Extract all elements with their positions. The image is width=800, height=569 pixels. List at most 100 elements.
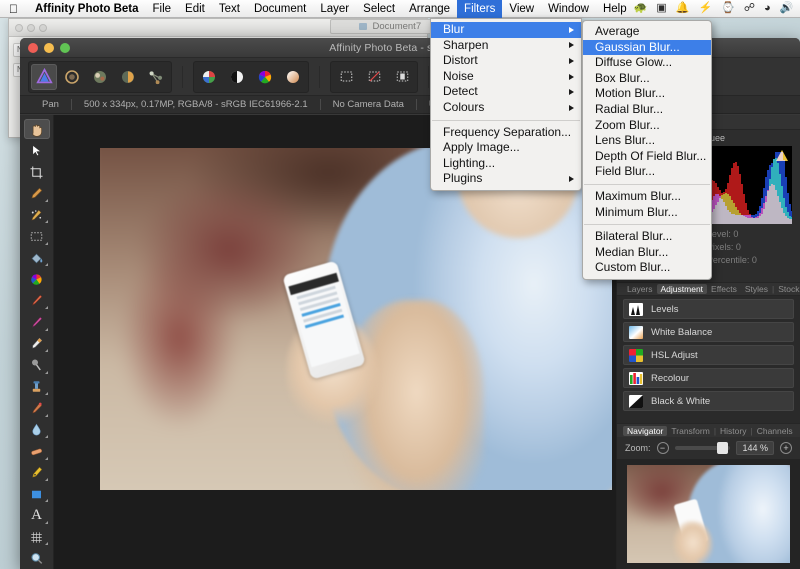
menu-window[interactable]: Window bbox=[541, 0, 596, 18]
menu-view[interactable]: View bbox=[502, 0, 541, 18]
zoom-control-row[interactable]: Zoom: − 144 % + bbox=[617, 437, 800, 459]
zoom-tool[interactable] bbox=[24, 548, 50, 568]
menu-item-apply-image[interactable]: Apply Image... bbox=[431, 140, 581, 156]
paint-mixer-brush-tool[interactable] bbox=[24, 312, 50, 332]
bluetooth-icon[interactable]: ☍ bbox=[744, 3, 755, 14]
artistic-text-tool[interactable]: A bbox=[24, 505, 50, 525]
export-persona-icon[interactable] bbox=[143, 64, 169, 90]
hsl-wheel-icon[interactable] bbox=[252, 64, 278, 90]
sponge-brush-tool[interactable] bbox=[24, 441, 50, 461]
submenu-item-radial-blur[interactable]: Radial Blur... bbox=[583, 102, 711, 118]
zoom-slider-knob[interactable] bbox=[717, 442, 728, 454]
zoom-value[interactable]: 144 % bbox=[736, 441, 774, 455]
deselect-icon[interactable] bbox=[361, 64, 387, 90]
menu-item-plugins[interactable]: Plugins bbox=[431, 171, 581, 187]
flood-fill-tool[interactable] bbox=[24, 248, 50, 268]
menu-document[interactable]: Document bbox=[247, 0, 313, 18]
flash-icon[interactable]: ⚡ bbox=[698, 3, 712, 14]
adjustment-item-black-and-white[interactable]: Black & White bbox=[623, 391, 794, 411]
background-window-traffic-lights[interactable] bbox=[15, 24, 47, 32]
paint-brush-tool[interactable] bbox=[24, 291, 50, 311]
tab-effects[interactable]: Effects bbox=[707, 284, 741, 294]
submenu-item-maximum-blur[interactable]: Maximum Blur... bbox=[583, 189, 711, 205]
submenu-item-bilateral-blur[interactable]: Bilateral Blur... bbox=[583, 229, 711, 245]
submenu-item-diffuse-glow[interactable]: Diffuse Glow... bbox=[583, 55, 711, 71]
menu-item-frequency-separation[interactable]: Frequency Separation... bbox=[431, 125, 581, 141]
tab-transform[interactable]: Transform bbox=[667, 426, 713, 436]
dodge-brush-tool[interactable] bbox=[24, 355, 50, 375]
menu-item-distort[interactable]: Distort bbox=[431, 53, 581, 69]
colour-button-group[interactable] bbox=[193, 61, 309, 93]
pen-tool[interactable] bbox=[24, 463, 50, 483]
navigator-preview[interactable] bbox=[617, 459, 800, 569]
wifi-icon[interactable]: ◕ bbox=[764, 3, 771, 14]
flood-select-tool[interactable] bbox=[24, 205, 50, 225]
submenu-item-gaussian-blur[interactable]: Gaussian Blur... bbox=[583, 40, 711, 56]
zoom-out-icon[interactable]: − bbox=[657, 442, 669, 454]
submenu-item-field-blur[interactable]: Field Blur... bbox=[583, 164, 711, 180]
blur-submenu[interactable]: Average Gaussian Blur... Diffuse Glow...… bbox=[582, 20, 712, 280]
filters-dropdown-menu[interactable]: Blur Sharpen Distort Noise Detect Colour… bbox=[430, 18, 582, 191]
tab-channels[interactable]: Channels bbox=[753, 426, 797, 436]
mesh-warp-tool[interactable] bbox=[24, 527, 50, 547]
menu-help[interactable]: Help bbox=[596, 0, 634, 18]
liquify-persona-icon[interactable] bbox=[59, 64, 85, 90]
clone-brush-tool[interactable] bbox=[24, 377, 50, 397]
develop-persona-icon[interactable] bbox=[87, 64, 113, 90]
system-menubar[interactable]:  Affinity Photo Beta File Edit Text Doc… bbox=[0, 0, 800, 18]
menu-layer[interactable]: Layer bbox=[313, 0, 356, 18]
submenu-item-motion-blur[interactable]: Motion Blur... bbox=[583, 86, 711, 102]
submenu-item-average[interactable]: Average bbox=[583, 24, 711, 40]
move-tool[interactable] bbox=[24, 140, 50, 160]
zoom-slider[interactable] bbox=[675, 446, 731, 450]
refine-selection-icon[interactable] bbox=[389, 64, 415, 90]
adjustment-item-white-balance[interactable]: White Balance bbox=[623, 322, 794, 342]
evernote-icon[interactable]: 🐢 bbox=[634, 3, 648, 14]
submenu-item-lens-blur[interactable]: Lens Blur... bbox=[583, 133, 711, 149]
tools-panel[interactable]: A bbox=[20, 115, 54, 569]
menubar-status-area[interactable]: 🐢 ▣ 🔔 ⚡ ⌚ ☍ ◕ 🔊 ■ bbox=[634, 3, 800, 14]
marquee-tool[interactable] bbox=[24, 226, 50, 246]
menu-filters[interactable]: Filters bbox=[457, 0, 502, 18]
adjustment-item-levels[interactable]: Levels bbox=[623, 299, 794, 319]
menu-select[interactable]: Select bbox=[356, 0, 402, 18]
tab-history[interactable]: History bbox=[716, 426, 750, 436]
navigator-preview-image[interactable] bbox=[627, 465, 790, 563]
crop-tool[interactable] bbox=[24, 162, 50, 182]
apple-icon[interactable]:  bbox=[0, 3, 28, 15]
menu-item-lighting[interactable]: Lighting... bbox=[431, 156, 581, 172]
menu-item-detect[interactable]: Detect bbox=[431, 84, 581, 100]
display-icon[interactable]: ▣ bbox=[656, 3, 666, 14]
submenu-item-median-blur[interactable]: Median Blur... bbox=[583, 245, 711, 261]
tone-mapping-persona-icon[interactable] bbox=[115, 64, 141, 90]
minimize-icon[interactable] bbox=[27, 24, 35, 32]
tab-styles[interactable]: Styles bbox=[741, 284, 772, 294]
timemachine-icon[interactable]: ⌚ bbox=[721, 3, 735, 14]
submenu-item-box-blur[interactable]: Box Blur... bbox=[583, 71, 711, 87]
menu-item-colours[interactable]: Colours bbox=[431, 100, 581, 116]
colour-wheel-icon[interactable] bbox=[196, 64, 222, 90]
adjustment-item-hsl-adjust[interactable]: HSL Adjust bbox=[623, 345, 794, 365]
persona-button-group[interactable] bbox=[28, 61, 172, 93]
submenu-item-minimum-blur[interactable]: Minimum Blur... bbox=[583, 205, 711, 221]
contrast-icon[interactable] bbox=[224, 64, 250, 90]
submenu-item-zoom-blur[interactable]: Zoom Blur... bbox=[583, 118, 711, 134]
selection-button-group[interactable] bbox=[330, 61, 418, 93]
menu-text[interactable]: Text bbox=[212, 0, 247, 18]
photo-persona-icon[interactable] bbox=[31, 64, 57, 90]
adjustment-panel-tabs[interactable]: Layers Adjustment Effects Styles | Stock bbox=[617, 282, 800, 296]
marquee-select-icon[interactable] bbox=[333, 64, 359, 90]
gradient-ball-icon[interactable] bbox=[280, 64, 306, 90]
tab-stock[interactable]: Stock bbox=[774, 284, 800, 294]
colour-picker-tool[interactable] bbox=[24, 269, 50, 289]
smudge-brush-tool[interactable] bbox=[24, 420, 50, 440]
document-image[interactable] bbox=[100, 148, 612, 490]
selection-brush-tool[interactable] bbox=[24, 183, 50, 203]
adjustment-list[interactable]: Levels White Balance bbox=[617, 296, 800, 423]
adjustment-item-recolour[interactable]: Recolour bbox=[623, 368, 794, 388]
menu-item-noise[interactable]: Noise bbox=[431, 69, 581, 85]
menubar-app-name[interactable]: Affinity Photo Beta bbox=[28, 0, 146, 18]
submenu-item-custom-blur[interactable]: Custom Blur... bbox=[583, 260, 711, 276]
view-pan-tool[interactable] bbox=[24, 119, 50, 139]
volume-icon[interactable]: 🔊 bbox=[780, 3, 794, 14]
